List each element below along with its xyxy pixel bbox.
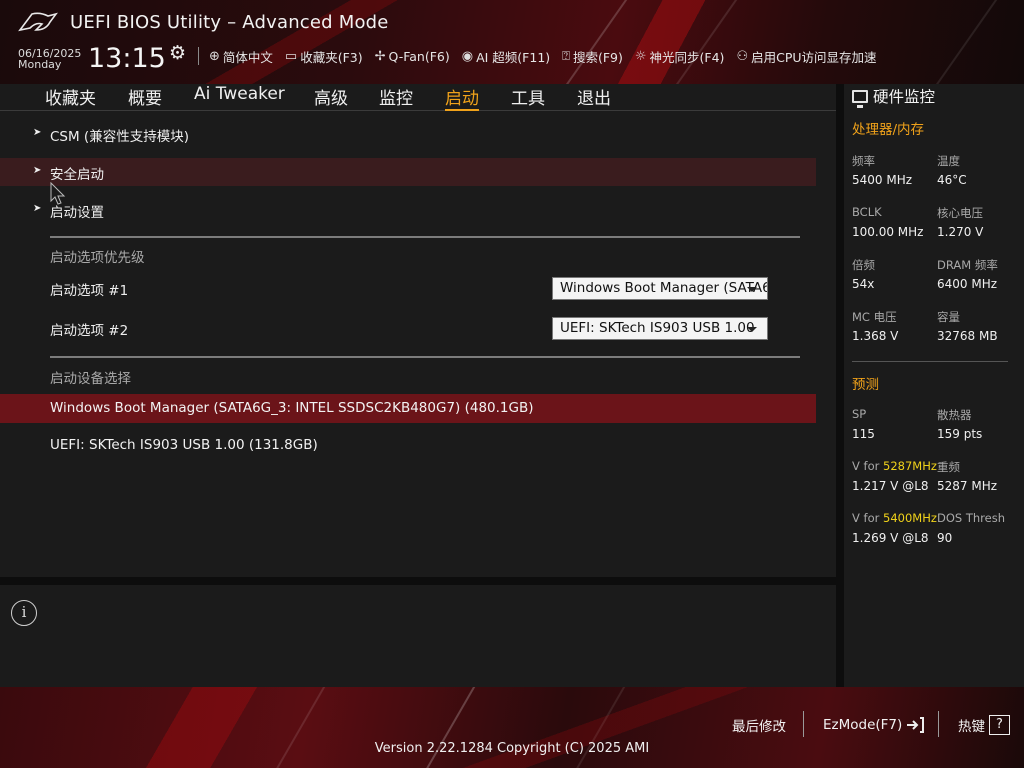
- hw-label: V for 5400MHz: [852, 511, 937, 525]
- hw-divider: [852, 361, 1008, 362]
- hw-value: 1.368 V: [852, 329, 899, 343]
- tab-exit[interactable]: 退出: [577, 84, 611, 109]
- hotkeys-button[interactable]: 热键 ?: [958, 715, 1010, 735]
- hw-label: 散热器: [937, 408, 972, 422]
- chevron-right-icon: ➤: [33, 203, 42, 214]
- date-display: 06/16/2025 Monday: [18, 47, 82, 71]
- main-panel: 收藏夹 概要 Ai Tweaker 高级 监控 启动 工具 退出 ➤ CSM (…: [0, 84, 836, 577]
- hw-value: 32768 MB: [937, 329, 998, 343]
- qfan-button[interactable]: ✢ Q-Fan(F6): [375, 49, 450, 64]
- boot-option-1-label: 启动选项 #1: [50, 283, 129, 299]
- aura-sync-button[interactable]: ☼ 神光同步(F4): [635, 47, 725, 66]
- version-text: Version 2.22.1284 Copyright (C) 2025 AMI: [374, 741, 650, 756]
- hw-value: 1.217 V @L8: [852, 479, 929, 493]
- hw-label: 频率: [852, 154, 875, 168]
- resizable-bar-icon: ⚇: [736, 48, 749, 64]
- question-key-icon: ?: [989, 715, 1010, 735]
- bookmark-icon: ▭: [284, 48, 298, 64]
- hardware-monitor: 硬件监控 处理器/内存 频率 5400 MHz 温度 46°C BCLK 100…: [844, 84, 1024, 687]
- tab-tool[interactable]: 工具: [511, 84, 545, 109]
- window-title: UEFI BIOS Utility – Advanced Mode: [70, 12, 389, 33]
- tab-main[interactable]: 概要: [128, 84, 162, 109]
- header: UEFI BIOS Utility – Advanced Mode 06/16/…: [0, 0, 1024, 84]
- hw-value: 1.269 V @L8: [852, 531, 929, 545]
- resizable-bar-button[interactable]: ⚇ 启用CPU访问显存加速: [736, 47, 876, 66]
- gear-icon[interactable]: ⚙: [169, 42, 186, 64]
- footer: 最后修改 EzMode(F7) 热键 ? Version 2.22.1284 C…: [0, 687, 1024, 768]
- light-sync-icon: ☼: [634, 48, 647, 64]
- globe-icon: ⊕: [209, 48, 220, 64]
- prediction-heading: 预测: [852, 377, 879, 393]
- menu-item-csm[interactable]: ➤ CSM (兼容性支持模块): [0, 120, 816, 148]
- tab-advanced[interactable]: 高级: [314, 84, 348, 109]
- hw-value: 6400 MHz: [937, 277, 998, 291]
- hw-value: 1.270 V: [937, 225, 984, 239]
- tab-monitor[interactable]: 监控: [379, 84, 413, 109]
- ai-chip-icon: ◉: [461, 48, 474, 64]
- clock[interactable]: 13:15: [88, 44, 166, 74]
- hw-value: 5400 MHz: [852, 173, 913, 187]
- mouse-cursor-icon: [50, 182, 66, 205]
- hw-label: SP: [852, 407, 867, 421]
- fan-icon: ✢: [374, 48, 386, 64]
- hw-value: 100.00 MHz: [852, 225, 924, 239]
- caret-down-icon: [747, 287, 757, 292]
- search-button[interactable]: ⍰ 搜索(F9): [562, 47, 623, 66]
- help-panel: i: [0, 585, 836, 687]
- menu-item-secure-boot[interactable]: ➤ 安全启动: [0, 158, 816, 186]
- last-modified-button[interactable]: 最后修改: [732, 715, 786, 735]
- hw-label: 容量: [937, 310, 960, 324]
- hw-monitor-title: 硬件监控: [852, 85, 935, 108]
- cpu-memory-heading: 处理器/内存: [852, 122, 925, 138]
- hw-label: 倍频: [852, 258, 875, 272]
- exit-arrow-icon: [907, 717, 925, 733]
- boot-option-2-select[interactable]: UEFI: SKTech IS903 USB 1.00: [552, 317, 768, 340]
- section-divider: [50, 356, 800, 358]
- ai-overclock-button[interactable]: ◉ AI 超频(F11): [462, 47, 550, 66]
- boot-priority-heading: 启动选项优先级: [50, 250, 145, 266]
- hw-label: 重频: [937, 460, 960, 474]
- language-button[interactable]: ⊕ 简体中文: [209, 47, 273, 66]
- tab-ai-tweaker[interactable]: Ai Tweaker: [194, 84, 285, 104]
- hw-label: V for 5287MHz: [852, 459, 937, 473]
- toolbar-divider: [198, 47, 199, 65]
- chevron-right-icon: ➤: [33, 165, 42, 176]
- hw-value: 115: [852, 427, 875, 441]
- favorites-button[interactable]: ▭ 收藏夹(F3): [285, 47, 363, 66]
- hw-value: 5287 MHz: [937, 479, 998, 493]
- hw-label: DRAM 频率: [937, 258, 998, 272]
- boot-option-2-label: 启动选项 #2: [50, 323, 129, 339]
- footer-divider: [938, 711, 939, 737]
- info-icon: i: [11, 600, 37, 626]
- boot-device-usb[interactable]: UEFI: SKTech IS903 USB 1.00 (131.8GB): [0, 431, 816, 460]
- boot-override-heading: 启动设备选择: [50, 371, 131, 387]
- hw-value: 159 pts: [937, 427, 983, 441]
- hw-label: 温度: [937, 154, 960, 168]
- chevron-right-icon: ➤: [33, 127, 42, 138]
- tab-bar: 收藏夹 概要 Ai Tweaker 高级 监控 启动 工具 退出: [0, 84, 836, 111]
- top-toolbar: ⊕ 简体中文 ▭ 收藏夹(F3) ✢ Q-Fan(F6) ◉ AI 超频(F11…: [198, 46, 889, 66]
- caret-down-icon: [747, 327, 757, 332]
- hw-label: DOS Thresh: [937, 511, 1006, 525]
- hw-label: MC 电压: [852, 310, 897, 324]
- footer-divider: [803, 711, 804, 737]
- hw-value: 90: [937, 531, 953, 545]
- rog-logo-icon: [18, 12, 58, 32]
- menu-item-boot-config[interactable]: ➤ 启动设置: [0, 196, 816, 224]
- hw-value: 54x: [852, 277, 875, 291]
- hw-label: BCLK: [852, 205, 882, 219]
- tab-favorites[interactable]: 收藏夹: [45, 84, 96, 109]
- boot-device-windows[interactable]: Windows Boot Manager (SATA6G_3: INTEL SS…: [0, 394, 816, 423]
- monitor-icon: [852, 89, 868, 108]
- boot-option-1-select[interactable]: Windows Boot Manager (SATA6G_3: INTEL SS…: [552, 277, 768, 300]
- ezmode-button[interactable]: EzMode(F7): [823, 715, 925, 735]
- hw-value: 46°C: [937, 173, 967, 187]
- hw-label: 核心电压: [937, 206, 983, 220]
- help-search-icon: ⍰: [562, 48, 570, 64]
- section-divider: [50, 236, 800, 238]
- tab-boot[interactable]: 启动: [445, 84, 479, 111]
